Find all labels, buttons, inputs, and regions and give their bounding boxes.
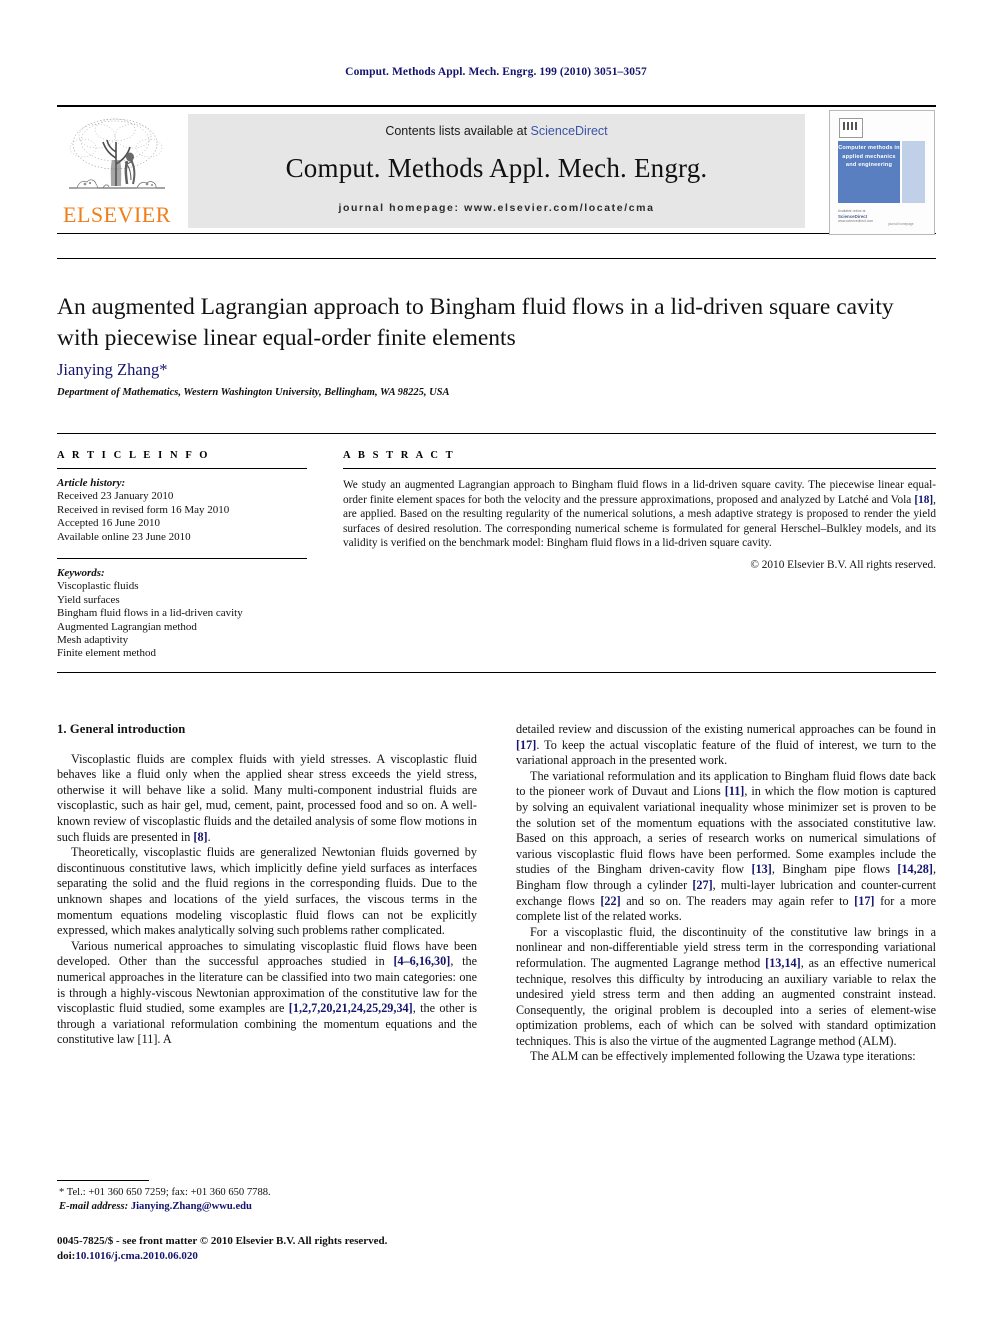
abstract-citation-18[interactable]: [18] bbox=[914, 494, 933, 506]
section-1-heading: 1. General introduction bbox=[57, 722, 186, 736]
article-info-column: A R T I C L E I N F O Article history: R… bbox=[57, 450, 307, 661]
article-history-block: Article history: Received 23 January 201… bbox=[57, 477, 307, 544]
history-item: Received 23 January 2010 bbox=[57, 490, 174, 503]
info-top-rule bbox=[57, 433, 936, 434]
elsevier-logo: ELSEVIER bbox=[61, 114, 173, 229]
p1-text-a: Viscoplastic fluids are complex fluids w… bbox=[57, 751, 477, 844]
keyword-item: Finite element method bbox=[57, 647, 156, 660]
author-footnote: * Tel.: +01 360 650 7259; fax: +01 360 6… bbox=[57, 1180, 477, 1214]
journal-cover-thumbnail: Computer methods in applied mechanics an… bbox=[829, 110, 935, 235]
abstract-rule bbox=[343, 468, 936, 469]
page-footer: 0045-7825/$ - see front matter © 2010 El… bbox=[57, 1234, 657, 1263]
r1-text-a: detailed review and discussion of the ex… bbox=[516, 722, 936, 736]
citation-27[interactable]: [27] bbox=[692, 878, 712, 892]
paragraph-5: The variational reformulation and its ap… bbox=[516, 769, 936, 925]
footer-doi-line: doi:10.1016/j.cma.2010.06.020 bbox=[57, 1249, 657, 1264]
doi-link[interactable]: 10.1016/j.cma.2010.06.020 bbox=[75, 1250, 198, 1262]
keywords-rule bbox=[57, 558, 307, 560]
journal-title: Comput. Methods Appl. Mech. Engrg. bbox=[285, 153, 708, 183]
abstract-copyright: © 2010 Elsevier B.V. All rights reserved… bbox=[750, 558, 936, 571]
title-divider bbox=[57, 258, 936, 259]
cover-publisher-logo-icon bbox=[839, 118, 863, 138]
article-title: An augmented Lagrangian approach to Bing… bbox=[57, 294, 894, 351]
journal-band: Contents lists available at ScienceDirec… bbox=[188, 114, 805, 228]
article-author: Jianying Zhang* bbox=[57, 360, 168, 379]
paragraph-7: The ALM can be effectively implemented f… bbox=[530, 1049, 916, 1064]
paragraph-3: Various numerical approaches to simulati… bbox=[57, 939, 477, 1048]
history-item: Accepted 16 June 2010 bbox=[57, 517, 160, 530]
footer-issn-line: 0045-7825/$ - see front matter © 2010 El… bbox=[57, 1235, 388, 1247]
contents-prefix: Contents lists available at bbox=[385, 124, 531, 138]
journal-masthead: ELSEVIER Contents lists available at Sci… bbox=[57, 105, 936, 235]
keyword-item: Bingham fluid flows in a lid-driven cavi… bbox=[57, 607, 243, 620]
footnote-email-line: E-mail address: Jianying.Zhang@wwu.edu bbox=[57, 1200, 477, 1214]
body-column-left: 1. General introduction Viscoplastic flu… bbox=[57, 722, 477, 1048]
paragraph-2: Theoretically, viscoplastic fluids are g… bbox=[57, 845, 477, 938]
abstract-body: We study an augmented Lagrangian approac… bbox=[343, 478, 936, 551]
abstract-heading: A B S T R A C T bbox=[343, 450, 456, 461]
info-bottom-rule bbox=[57, 672, 936, 673]
cover-right-note: journal homepage bbox=[888, 222, 914, 226]
citation-17[interactable]: [17] bbox=[516, 738, 536, 752]
body-column-right: detailed review and discussion of the ex… bbox=[516, 722, 936, 1065]
paragraph-1: Viscoplastic fluids are complex fluids w… bbox=[57, 752, 477, 846]
citation-8[interactable]: [8] bbox=[193, 830, 207, 844]
r2-text-c: , Bingham pipe flows bbox=[771, 862, 898, 877]
article-info-heading: A R T I C L E I N F O bbox=[57, 450, 211, 461]
contents-available-line: Contents lists available at ScienceDirec… bbox=[188, 124, 805, 138]
r2-text-f: and so on. The readers may again refer t… bbox=[620, 893, 855, 908]
citation-1-2-7-20-21-24-25-29-34[interactable]: [1,2,7,20,21,24,25,29,34] bbox=[289, 1001, 413, 1015]
running-head: Comput. Methods Appl. Mech. Engrg. 199 (… bbox=[345, 66, 647, 78]
article-affiliation: Department of Mathematics, Western Washi… bbox=[57, 387, 450, 398]
abstract-part-1: We study an augmented Lagrangian approac… bbox=[343, 479, 936, 506]
email-label: E-mail address: bbox=[59, 1201, 129, 1212]
keywords-block: Keywords: Viscoplastic fluids Yield surf… bbox=[57, 567, 307, 661]
email-link[interactable]: Jianying.Zhang@wwu.edu bbox=[131, 1201, 252, 1212]
masthead-bottom-rule bbox=[57, 233, 936, 234]
cover-blue-side-panel bbox=[902, 141, 925, 203]
footnote-telephone: * Tel.: +01 360 650 7259; fax: +01 360 6… bbox=[59, 1187, 271, 1198]
citation-11[interactable]: [11] bbox=[725, 784, 745, 798]
keyword-item: Yield surfaces bbox=[57, 593, 120, 606]
paper-page: Comput. Methods Appl. Mech. Engrg. 199 (… bbox=[0, 0, 992, 1323]
cover-title-text: Computer methods in applied mechanics an… bbox=[838, 145, 900, 169]
keywords-label: Keywords: bbox=[57, 567, 105, 580]
paragraph-4: detailed review and discussion of the ex… bbox=[516, 722, 936, 769]
keyword-item: Viscoplastic fluids bbox=[57, 580, 139, 593]
sciencedirect-link[interactable]: ScienceDirect bbox=[531, 124, 608, 138]
p1-text-b: . bbox=[207, 829, 211, 844]
history-item: Received in revised form 16 May 2010 bbox=[57, 503, 230, 516]
footnote-rule bbox=[57, 1180, 149, 1181]
citation-13[interactable]: [13] bbox=[752, 862, 772, 876]
keyword-item: Mesh adaptivity bbox=[57, 634, 129, 647]
history-item: Available online 23 June 2010 bbox=[57, 530, 191, 543]
article-history-label: Article history: bbox=[57, 477, 126, 489]
elsevier-wordmark: ELSEVIER bbox=[63, 202, 171, 227]
paragraph-6: For a viscoplastic fluid, the discontinu… bbox=[516, 925, 936, 1050]
doi-label: doi: bbox=[57, 1249, 76, 1262]
citation-4-6-16-30[interactable]: [4–6,16,30] bbox=[393, 954, 450, 968]
citation-17-second[interactable]: [17] bbox=[854, 894, 874, 908]
journal-homepage-line[interactable]: journal homepage: www.elsevier.com/locat… bbox=[188, 202, 805, 214]
elsevier-tree-icon bbox=[63, 114, 171, 202]
keyword-item: Augmented Lagrangian method bbox=[57, 620, 197, 633]
citation-22[interactable]: [22] bbox=[600, 894, 620, 908]
citation-14-28[interactable]: [14,28] bbox=[897, 862, 933, 876]
r1-text-b: . To keep the actual viscoplatic feature… bbox=[516, 737, 936, 768]
citation-13-14[interactable]: [13,14] bbox=[765, 956, 801, 970]
article-info-rule bbox=[57, 468, 307, 469]
masthead-top-rule bbox=[57, 105, 936, 107]
abstract-column: A B S T R A C T We study an augmented La… bbox=[343, 450, 936, 571]
